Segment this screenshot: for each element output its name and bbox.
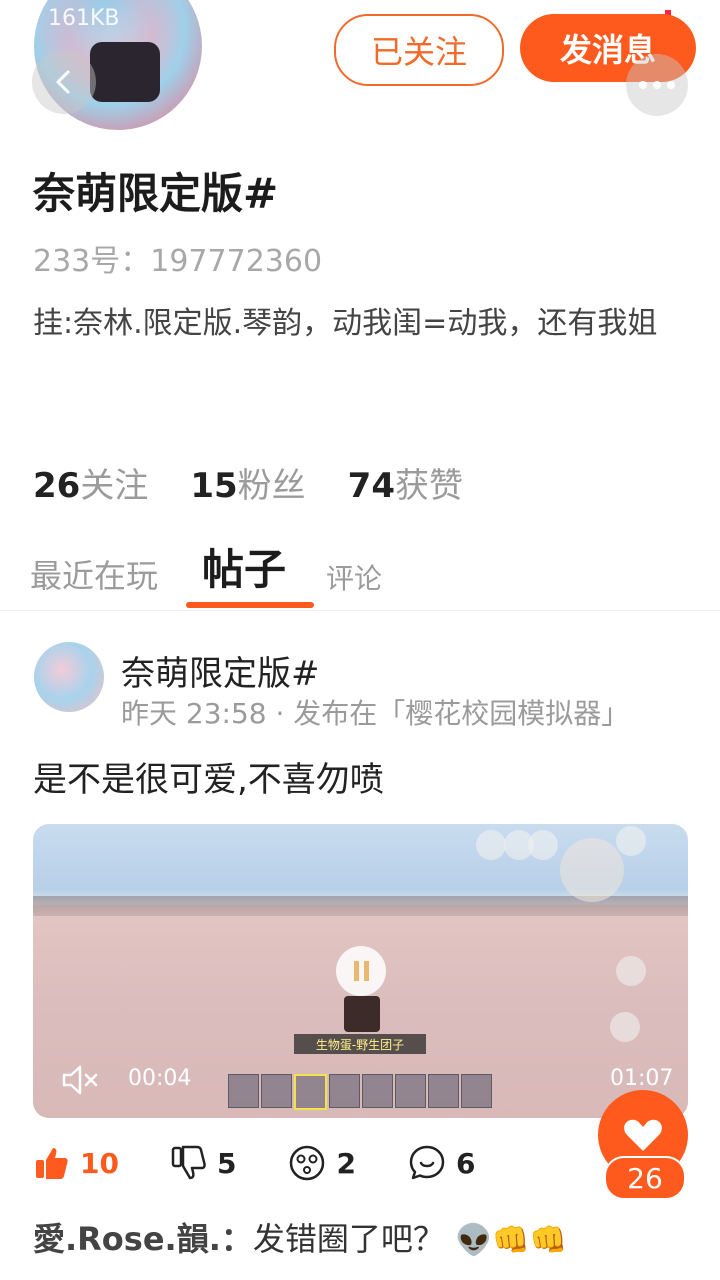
stat-number: 74 <box>347 466 395 506</box>
avatar-outfit <box>90 42 160 102</box>
tab-posts[interactable]: 帖子 <box>202 536 286 597</box>
status-left-text: 161KB <box>48 6 120 31</box>
dislike-button[interactable]: 5 <box>171 1145 236 1181</box>
stat-label: 获赞 <box>394 466 463 506</box>
game-character <box>344 996 380 1032</box>
video-pause-button[interactable] <box>336 946 386 996</box>
more-dot-icon <box>639 81 647 89</box>
more-options-button[interactable] <box>626 54 688 116</box>
stat-likes[interactable]: 74获赞 <box>348 458 463 507</box>
camera-icon <box>476 830 506 860</box>
hotbar-slot <box>329 1074 360 1108</box>
comment-count: 6 <box>455 1146 476 1180</box>
thumbs-down-icon <box>171 1145 206 1180</box>
star-icon <box>616 956 646 986</box>
hotbar-slot-selected <box>294 1074 327 1110</box>
pause-bar-icon <box>363 961 369 981</box>
comment-button[interactable]: 6 <box>408 1144 475 1182</box>
comment-bubble-icon <box>409 1145 445 1180</box>
back-button[interactable] <box>32 50 96 114</box>
tab-recently-played[interactable]: 最近在玩 <box>30 551 158 597</box>
comment-user[interactable]: 愛.Rose.韻.： <box>33 1220 253 1258</box>
hotbar-slot <box>362 1074 393 1108</box>
stat-followers[interactable]: 15粉丝 <box>190 458 305 507</box>
dislike-count: 5 <box>216 1146 237 1180</box>
stat-label: 关注 <box>80 466 149 506</box>
heart-icon <box>624 1119 662 1151</box>
comment-preview[interactable]: 愛.Rose.韻.：发错圈了吧？ 👽👊👊 <box>33 1214 567 1260</box>
floating-like-count: 26 <box>604 1156 686 1200</box>
game-item-label: 生物蛋-野生团子 <box>294 1034 426 1054</box>
video-total-time: 01:07 <box>610 1066 674 1091</box>
shocked-count: 2 <box>336 1146 356 1180</box>
game-minimap <box>560 838 624 902</box>
profile-stats: 26关注 15粉丝 74获赞 <box>33 458 463 507</box>
divider <box>0 610 720 611</box>
comment-text: 发错圈了吧？ <box>252 1220 445 1258</box>
stat-label: 粉丝 <box>237 466 306 506</box>
back-arrow-icon <box>56 70 70 94</box>
comment-emojis: 👽👊👊 <box>455 1223 568 1258</box>
post-meta: 昨天 23:58 · 发布在「樱花校园模拟器」 <box>121 697 630 730</box>
active-tab-indicator <box>186 602 314 608</box>
tab-comments[interactable]: 评论 <box>326 557 382 597</box>
more-dot-icon <box>667 81 675 89</box>
stat-number: 15 <box>190 466 238 506</box>
profile-bio: 挂:奈林.限定版.琴韵，动我闺=动我，还有我姐 <box>33 306 658 341</box>
hotbar-slot <box>228 1074 259 1108</box>
settings-icon <box>616 826 646 856</box>
post-actions: 10 5 2 6 <box>34 1144 527 1182</box>
shocked-reaction-button[interactable]: 2 <box>288 1144 356 1182</box>
video-current-time: 00:04 <box>128 1066 192 1091</box>
profile-tabs: 最近在玩 帖子 评论 <box>30 536 382 597</box>
thumbs-up-icon <box>36 1148 68 1179</box>
game-hotbar <box>228 1074 492 1110</box>
home-icon <box>528 830 558 860</box>
post-author-avatar[interactable] <box>34 642 104 712</box>
follow-button[interactable]: 已关注 <box>334 14 504 86</box>
hotbar-slot <box>461 1074 492 1108</box>
hotbar-slot <box>395 1074 426 1108</box>
stat-number: 26 <box>33 466 81 506</box>
hotbar-slot <box>261 1074 292 1108</box>
post-text: 是不是很可爱,不喜勿喷 <box>33 760 384 800</box>
like-button[interactable]: 10 <box>34 1145 119 1181</box>
pause-bar-icon <box>353 961 359 981</box>
action-icon <box>610 1012 640 1042</box>
hotbar-slot <box>428 1074 459 1108</box>
stat-following[interactable]: 26关注 <box>33 458 148 507</box>
like-count: 10 <box>80 1146 119 1180</box>
more-dot-icon <box>653 81 661 89</box>
post-author-name[interactable]: 奈萌限定版# <box>121 646 320 695</box>
profile-uid: 233号：197772360 <box>33 244 323 279</box>
shocked-face-icon <box>290 1145 325 1181</box>
mute-icon[interactable] <box>60 1060 100 1100</box>
profile-name: 奈萌限定版# <box>33 169 279 218</box>
